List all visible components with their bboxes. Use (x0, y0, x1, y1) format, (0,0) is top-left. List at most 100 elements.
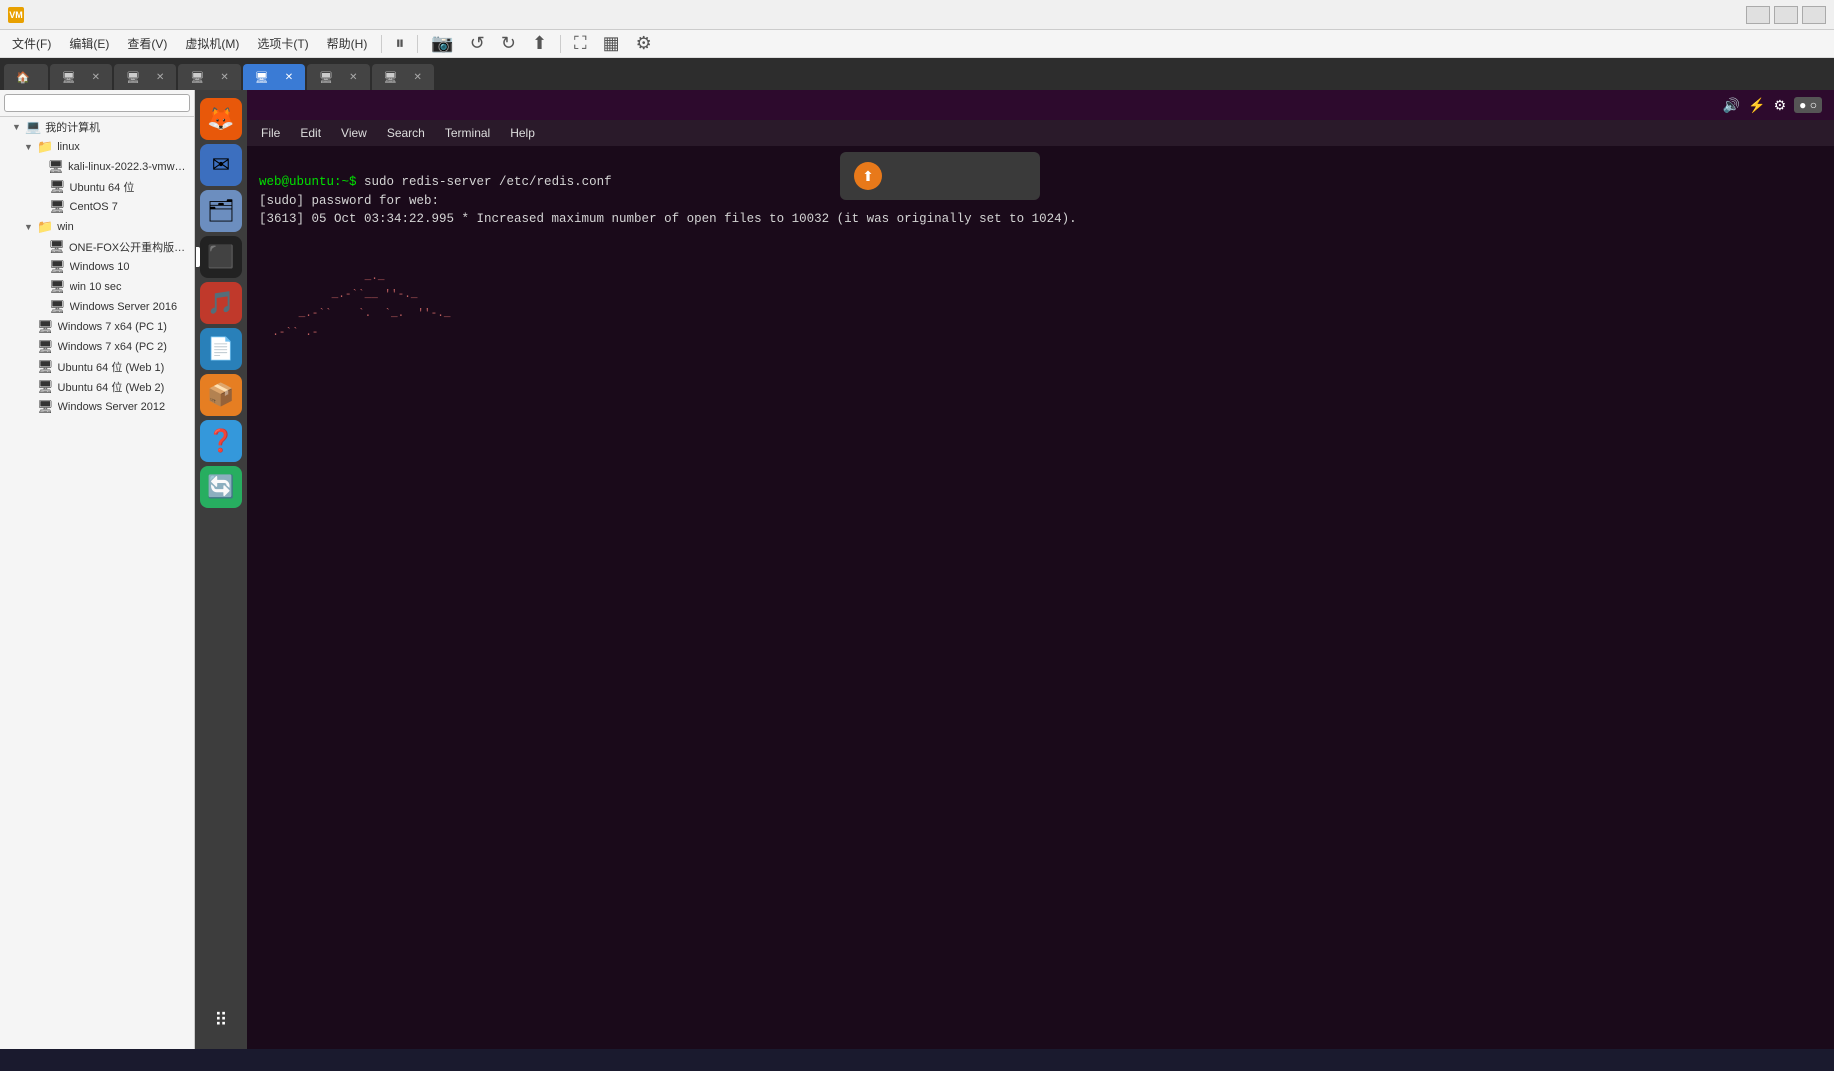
term-menu-view[interactable]: View (335, 124, 373, 142)
tree-winserver2016[interactable]: 🖥 Windows Server 2016 (0, 297, 194, 317)
tree-kali-vm[interactable]: 🖥 kali-linux-2022.3-vmware-a... (0, 157, 194, 177)
title-bar: VM (0, 0, 1834, 30)
minimize-button[interactable] (1746, 6, 1770, 24)
tab-win7pc1-close[interactable]: ✕ (156, 72, 164, 83)
menu-separator-2 (417, 35, 418, 53)
prompt-1: web@ubuntu:~$ (259, 175, 357, 189)
snapshot-button[interactable]: 📷 (424, 30, 460, 57)
gnome-thunderbird[interactable]: ✉ (200, 144, 242, 186)
volume-icon[interactable]: 🔊 (1723, 97, 1740, 114)
tree-ubuntu64[interactable]: 🖥 Ubuntu 64 位 (0, 177, 194, 197)
tree-label-computer: 我的计算机 (45, 119, 100, 135)
tree-ubuntu-web1[interactable]: 🖥 Ubuntu 64 位 (Web 1) (0, 357, 194, 377)
close-button[interactable] (1802, 6, 1826, 24)
tab-winserver2012-close[interactable]: ✕ (413, 72, 421, 83)
vm-win7pc1-icon: 🖥 (37, 319, 54, 335)
tab-win7pc2[interactable]: 🖥 ✕ (178, 64, 240, 90)
sudo-password-line: [sudo] password for web: (259, 194, 447, 208)
tree-label-win7pc2-sidebar: Windows 7 x64 (PC 2) (58, 341, 167, 353)
tab-win7pc1[interactable]: 🖥 ✕ (114, 64, 176, 90)
search-input[interactable] (4, 94, 190, 112)
tree-my-computer[interactable]: ▼ 💻 我的计算机 (0, 117, 194, 137)
tree-win-group[interactable]: ▼ 📁 win (0, 217, 194, 237)
up-button[interactable]: ⬆ (525, 30, 554, 57)
tree-win10[interactable]: 🖥 Windows 10 (0, 257, 194, 277)
menu-file[interactable]: 文件(F) (4, 32, 59, 55)
back-button[interactable]: ↺ (463, 30, 492, 57)
gnome-rhythmbox[interactable]: 🎵 (200, 282, 242, 324)
tree-ubuntu-web2[interactable]: 🖥 Ubuntu 64 位 (Web 2) (0, 377, 194, 397)
gnome-firefox[interactable]: 🦊 (200, 98, 242, 140)
tree-win10sec[interactable]: 🖥 win 10 sec (0, 277, 194, 297)
vm-win10-icon: 🖥 (49, 259, 66, 275)
tree-label-win10sec: win 10 sec (70, 281, 122, 293)
folder-win-icon: 📁 (37, 219, 53, 235)
pause-button[interactable]: ⏸ (388, 30, 411, 57)
vmware-icon: VM (8, 7, 24, 23)
win7pc2-icon: 🖥 (190, 71, 204, 84)
menu-vm[interactable]: 虚拟机(M) (177, 32, 247, 55)
tree-label-centos7: CentOS 7 (70, 201, 118, 213)
tab-home[interactable]: 🏠 (4, 64, 48, 90)
fullscreen-button[interactable]: ⛶ (567, 30, 594, 57)
menu-edit[interactable]: 编辑(E) (61, 32, 117, 55)
settings-topbar-icon[interactable]: ⚙ (1774, 97, 1787, 114)
term-menu-edit[interactable]: Edit (294, 124, 327, 142)
gnome-writer[interactable]: 📄 (200, 328, 242, 370)
ubuntu-topbar-right: 🔊 ⚡ ⚙ ● ○ (1723, 97, 1822, 114)
tree-linux-group[interactable]: ▼ 📁 linux (0, 137, 194, 157)
vm-win7pc2-icon: 🖥 (37, 339, 54, 355)
win7pc1-icon: 🖥 (126, 71, 140, 84)
menu-tab[interactable]: 选项卡(T) (249, 32, 316, 55)
tab-ubuntu-web2-close[interactable]: ✕ (349, 72, 357, 83)
gnome-updater[interactable]: 🔄 (200, 466, 242, 508)
tab-ubuntu-web1[interactable]: 🖥 ✕ (243, 64, 305, 90)
tree-win7pc2[interactable]: 🖥 Windows 7 x64 (PC 2) (0, 337, 194, 357)
folder-linux-icon: 📁 (37, 139, 53, 155)
tree-label-ubuntu-web2-sidebar: Ubuntu 64 位 (Web 2) (58, 379, 165, 395)
tree-arrow-win: ▼ (24, 222, 34, 232)
tree-label-onefox: ONE-FOX公开重构版V2.0 (69, 239, 190, 255)
power-icon[interactable]: ⚡ (1748, 97, 1765, 114)
tree-win7pc1[interactable]: 🖥 Windows 7 x64 (PC 1) (0, 317, 194, 337)
menu-help[interactable]: 帮助(H) (319, 32, 376, 55)
vm-win10sec-icon: 🖥 (49, 279, 66, 295)
winserver2012-icon: 🖥 (384, 71, 398, 84)
maximize-button[interactable] (1774, 6, 1798, 24)
console-button[interactable]: ▦ (596, 30, 627, 57)
tab-win7pc2-close[interactable]: ✕ (220, 72, 228, 83)
term-menu-terminal[interactable]: Terminal (439, 124, 496, 142)
gnome-help[interactable]: ❓ (200, 420, 242, 462)
menu-view[interactable]: 查看(V) (119, 32, 175, 55)
tree-centos7[interactable]: 🖥 CentOS 7 (0, 197, 194, 217)
gnome-archive[interactable]: 📦 (200, 374, 242, 416)
terminal-output[interactable]: web@ubuntu:~$ sudo redis-server /etc/red… (247, 146, 1834, 1049)
tree-onefox[interactable]: 🖥 ONE-FOX公开重构版V2.0 (0, 237, 194, 257)
ubuntu-topbar: 🔊 ⚡ ⚙ ● ○ (247, 90, 1834, 120)
tab-ubuntu-web2[interactable]: 🖥 ✕ (307, 64, 369, 90)
tab-kali[interactable]: 🖥 ✕ (50, 64, 112, 90)
term-menu-file[interactable]: File (255, 124, 286, 142)
forward-button[interactable]: ↻ (494, 30, 523, 57)
window-controls[interactable] (1746, 6, 1826, 24)
home-icon: 🏠 (16, 71, 30, 84)
notification-icon: ⬆ (854, 162, 882, 190)
gnome-grid[interactable]: ⠿ (200, 999, 242, 1041)
gnome-terminal[interactable]: ⬛ (200, 236, 242, 278)
term-menu-help[interactable]: Help (504, 124, 541, 142)
tree-winserver2012[interactable]: 🖥 Windows Server 2012 (0, 397, 194, 417)
tab-kali-close[interactable]: ✕ (92, 72, 100, 83)
vm-ubuntu-web2-icon: 🖥 (37, 379, 54, 395)
term-menu-search[interactable]: Search (381, 124, 431, 142)
tab-ubuntu-web1-close[interactable]: ✕ (285, 72, 293, 83)
tree-label-winserver2012-sidebar: Windows Server 2012 (58, 401, 166, 413)
computer-icon: 💻 (25, 119, 41, 135)
sidebar-search-container[interactable] (0, 90, 194, 117)
gnome-files[interactable]: 🗂 (200, 190, 242, 232)
session-buttons[interactable]: ● ○ (1794, 97, 1822, 113)
tab-winserver2012[interactable]: 🖥 ✕ (372, 64, 434, 90)
settings-button[interactable]: ⚙ (629, 30, 659, 57)
menu-separator-3 (560, 35, 561, 53)
output-line-1: [3613] 05 Oct 03:34:22.995 * Increased m… (259, 212, 1077, 226)
vm-winserver2016-icon: 🖥 (49, 299, 66, 315)
